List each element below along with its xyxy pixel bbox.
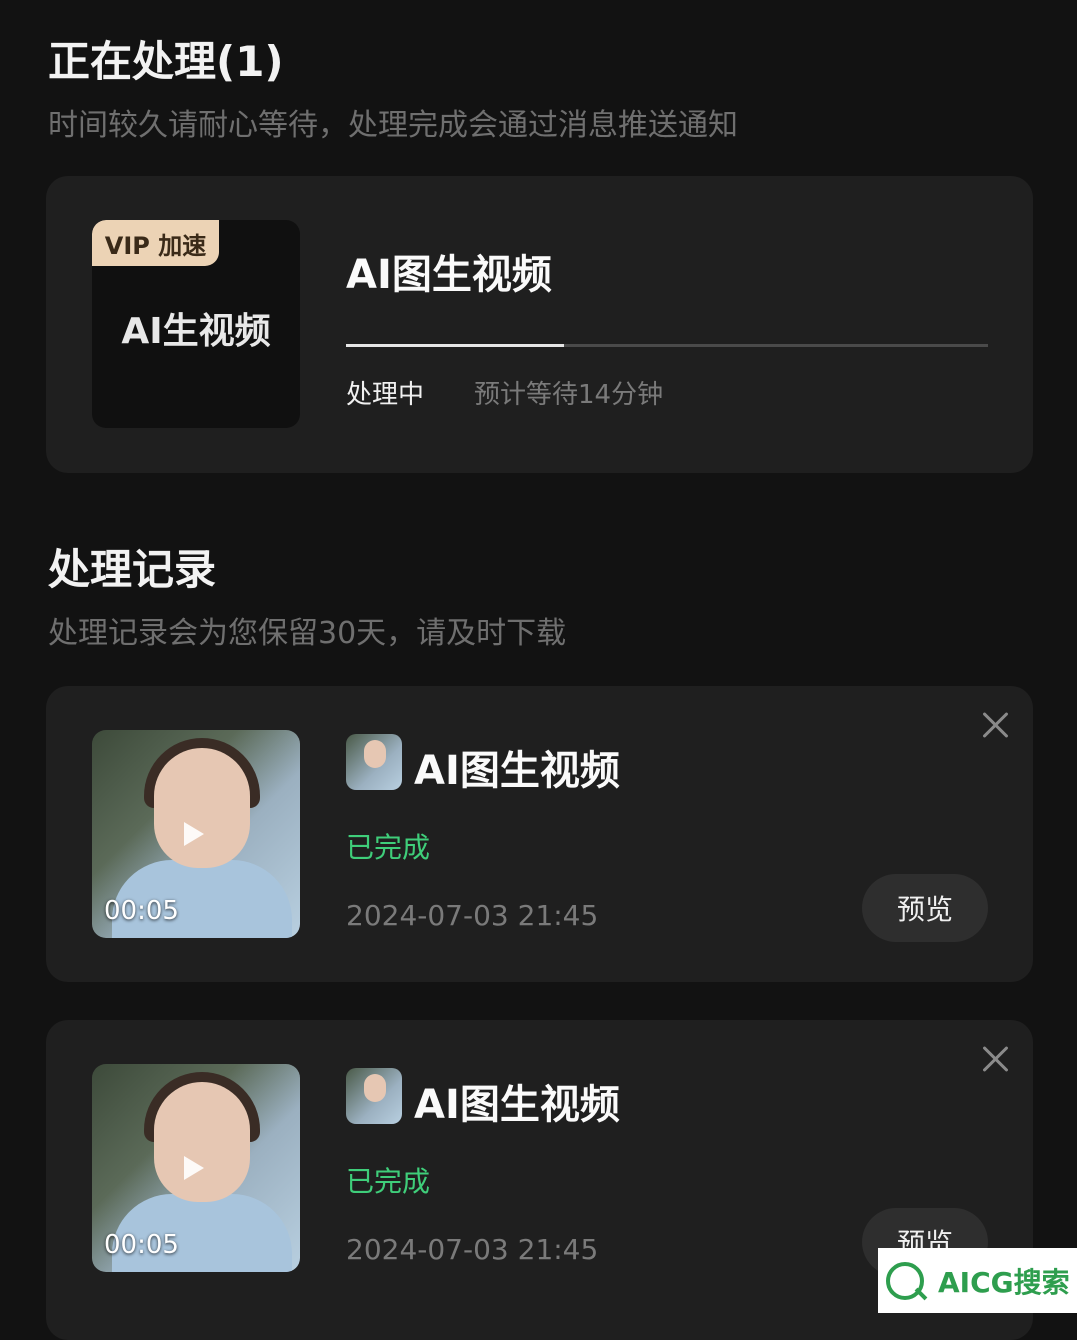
progress-bar-fill <box>346 344 565 347</box>
processing-card[interactable]: VIP 加速 AI生视频 AI图生视频 处理中 预计等待14分钟 <box>46 176 1033 473</box>
records-title: 处理记录 <box>48 545 217 594</box>
video-duration: 00:05 <box>104 896 179 926</box>
thumbnail-label: AI生视频 <box>121 311 271 352</box>
record-timestamp: 2024-07-03 21:45 <box>346 1233 599 1266</box>
record-timestamp: 2024-07-03 21:45 <box>346 899 599 932</box>
watermark: AICG搜索 <box>878 1248 1077 1313</box>
play-icon <box>184 1156 204 1180</box>
progress-bar <box>346 344 988 347</box>
play-icon <box>184 822 204 846</box>
video-thumbnail[interactable]: 00:05 <box>92 1064 300 1272</box>
magnifier-icon <box>886 1261 924 1300</box>
video-duration: 00:05 <box>104 1230 179 1260</box>
processing-thumbnail: VIP 加速 AI生视频 <box>92 220 300 428</box>
source-image-avatar <box>346 734 402 790</box>
close-icon[interactable] <box>978 708 1012 742</box>
processing-status: 处理中 <box>346 380 425 410</box>
preview-button[interactable]: 预览 <box>862 874 988 942</box>
vip-badge: VIP 加速 <box>92 220 219 266</box>
record-status: 已完成 <box>346 831 431 864</box>
processing-title: 正在处理(1) <box>48 37 284 86</box>
record-title: AI图生视频 <box>414 748 620 794</box>
watermark-text: AICG搜索 <box>938 1265 1070 1299</box>
close-icon[interactable] <box>978 1042 1012 1076</box>
video-thumbnail[interactable]: 00:05 <box>92 730 300 938</box>
record-title: AI图生视频 <box>414 1082 620 1128</box>
records-subtitle: 处理记录会为您保留30天，请及时下载 <box>48 616 567 651</box>
processing-item-title: AI图生视频 <box>346 252 552 298</box>
processing-subtitle: 时间较久请耐心等待，处理完成会通过消息推送通知 <box>48 108 738 143</box>
record-status: 已完成 <box>346 1165 431 1198</box>
record-card[interactable]: 00:05 AI图生视频 已完成 2024-07-03 21:45 预览 <box>46 686 1033 982</box>
source-image-avatar <box>346 1068 402 1124</box>
processing-eta: 预计等待14分钟 <box>474 380 664 410</box>
